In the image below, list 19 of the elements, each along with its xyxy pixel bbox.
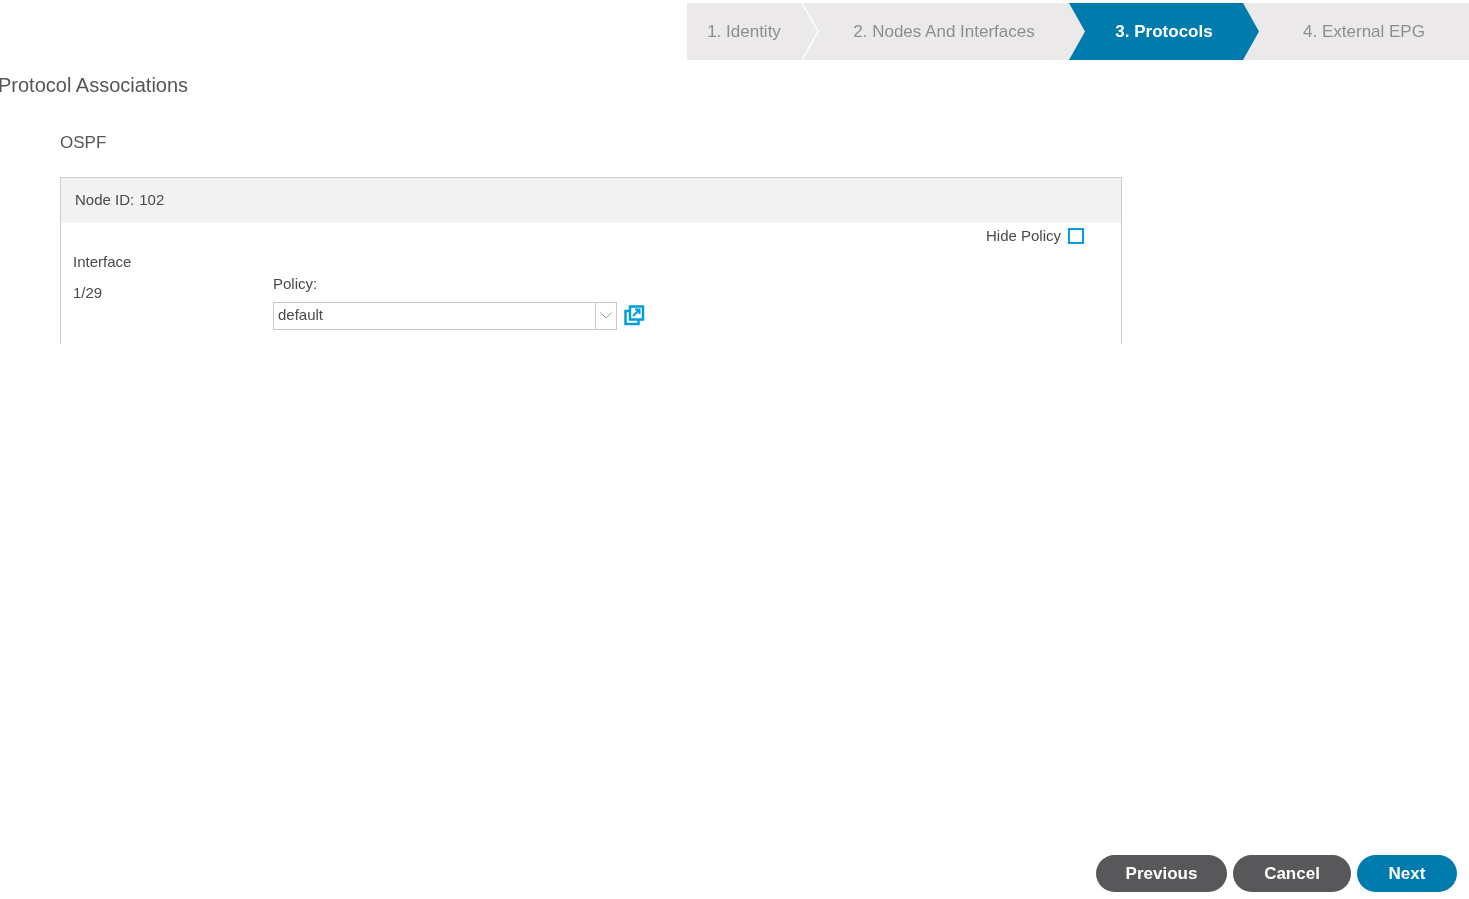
interface-value: 1/29 bbox=[73, 282, 104, 303]
wizard-step-tab[interactable]: 3. Protocols bbox=[1069, 3, 1259, 60]
secondary-button[interactable]: Previous bbox=[1096, 855, 1227, 892]
wizard-step-tab[interactable]: 1. Identity bbox=[687, 3, 801, 60]
node-id-value: 102 bbox=[139, 189, 165, 210]
open-in-window-icon[interactable] bbox=[624, 305, 645, 326]
secondary-button[interactable]: Cancel bbox=[1233, 855, 1351, 892]
wizard-step-tab[interactable]: 2. Nodes And Interfaces bbox=[819, 3, 1069, 60]
node-id-label: Node ID: bbox=[75, 189, 135, 210]
policy-dropdown[interactable]: default bbox=[273, 301, 617, 330]
section-title: OSPF bbox=[60, 132, 108, 154]
interface-label: Interface bbox=[73, 252, 133, 272]
wizard-step-tab[interactable]: 4. External EPG bbox=[1259, 3, 1469, 60]
page-title: Protocol Associations bbox=[0, 73, 190, 98]
next-button[interactable]: Next bbox=[1357, 855, 1457, 892]
chevron-down-icon bbox=[600, 312, 612, 319]
hide-policy-label: Hide Policy bbox=[985, 225, 1061, 246]
policy-label: Policy: bbox=[273, 274, 319, 294]
hide-policy-checkbox[interactable] bbox=[1068, 227, 1084, 244]
